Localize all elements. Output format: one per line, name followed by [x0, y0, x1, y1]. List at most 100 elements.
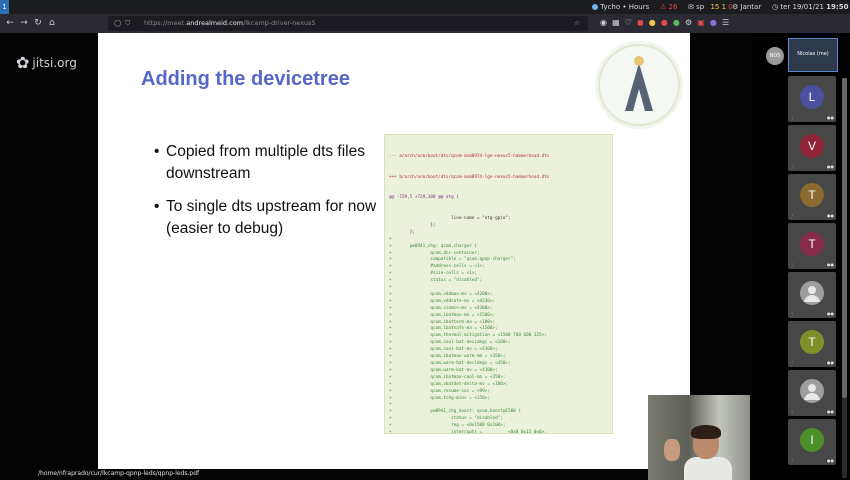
shield-icon[interactable]: ◉: [600, 18, 607, 27]
url-path: /lkcamp-driver-nexus5: [243, 19, 316, 27]
presenter-webcam[interactable]: [648, 395, 750, 480]
participant-tile[interactable]: T ⋮ ●●: [788, 174, 836, 220]
diff-line: + qcom,resume-soc = <99>;: [389, 388, 490, 394]
diff-line: };: [389, 229, 415, 235]
tray-tycho[interactable]: Tycho • Hours: [592, 0, 649, 14]
local-video-tile[interactable]: Nicolas (me): [788, 38, 838, 72]
diff-line: + qcom,tchg-mins = <150>;: [389, 395, 490, 401]
ext-grid-icon[interactable]: ▣: [697, 18, 705, 27]
tray-clock[interactable]: ◷ ter 19/01/21 19:50: [772, 0, 848, 14]
ext-gear-icon[interactable]: ⚙: [685, 18, 692, 27]
browser-toolbar: ← → ↻ ⌂ ◯⛉ https://meet.andrealmeid.com/…: [0, 14, 850, 33]
diff-header-old: --- a/arch/arm/boot/dts/qcom-msm8974-lge…: [389, 153, 550, 159]
forward-icon[interactable]: →: [18, 17, 30, 29]
ext-green-icon[interactable]: ●: [673, 18, 680, 27]
diff-line: + qcom,vinmin-mv = <4300>;: [389, 305, 493, 311]
alert-count: 26: [668, 3, 678, 11]
pocket-icon[interactable]: ♡: [625, 18, 632, 27]
diff-hunk-header: @@ -729,5 +729,108 @@ etg {: [389, 195, 459, 201]
filmstrip-scrollbar[interactable]: [842, 78, 847, 478]
local-avatar[interactable]: NDS: [766, 47, 784, 65]
menu-dots-icon[interactable]: ⋮: [790, 409, 794, 414]
bookmark-star-icon[interactable]: ☆: [574, 16, 580, 31]
user-label: Jantar: [740, 3, 762, 11]
tile-status-icons: ⋮ ●●: [790, 164, 834, 169]
slide-title: Adding the devicetree: [141, 68, 350, 90]
participant-avatar: L: [800, 85, 824, 109]
diff-line: + qcom,warm-bat-mv = <4100>;: [389, 367, 498, 373]
bullet-dot: •: [154, 198, 160, 215]
mail-count-b: 1: [721, 3, 727, 11]
ublock-icon[interactable]: ◼: [637, 18, 644, 27]
diff-line: +: [389, 236, 392, 242]
tray-user[interactable]: ⚙ Jantar: [732, 0, 761, 14]
menu-dots-icon[interactable]: ⋮: [790, 311, 794, 316]
diff-line: line-name = "otg-gpio";: [389, 215, 511, 221]
diff-line: + pm8941_chg: qcom,charger {: [389, 243, 477, 249]
diff-header-new: +++ b/arch/arm/boot/dts/qcom-msm8974-lge…: [389, 174, 550, 180]
menu-icon[interactable]: ☰: [722, 18, 729, 27]
menu-dots-icon[interactable]: ⋮: [790, 458, 794, 463]
jitsi-logo-text: jitsi.org: [32, 55, 77, 70]
tile-status-icons: ⋮ ●●: [790, 458, 834, 463]
url-bar[interactable]: ◯⛉ https://meet.andrealmeid.com/lkcamp-d…: [108, 16, 588, 31]
tile-status-icons: ⋮ ●●: [790, 213, 834, 218]
diff-line: + status = "disabled";: [389, 278, 483, 284]
url-prefix: https://meet.: [144, 19, 187, 27]
bullet-text: To single dts upstream for now (easier t…: [166, 198, 377, 237]
diff-line: + interrupts = <0x0 0x15 0x0>,: [389, 430, 547, 434]
workspace-indicator[interactable]: 1: [0, 0, 9, 14]
jitsi-logo-icon: ✿: [16, 53, 30, 72]
participant-tile[interactable]: ⋮ ●●: [788, 272, 836, 318]
shared-slide: Adding the devicetree • Copied from mult…: [98, 33, 690, 469]
diff-line: + qcom,ibatmax-cool-ma = <350>;: [389, 374, 506, 380]
local-name-label: Nicolas (me): [797, 51, 829, 57]
participant-avatar: I: [800, 428, 824, 452]
lkcamp-logo: [595, 41, 683, 129]
participant-tile[interactable]: V ⋮ ●●: [788, 125, 836, 171]
home-icon[interactable]: ⌂: [46, 17, 58, 29]
back-icon[interactable]: ←: [4, 17, 16, 29]
menu-dots-icon[interactable]: ⋮: [790, 164, 794, 169]
filmstrip: NDS Nicolas (me) L ⋮ ●● V ⋮ ●● T ⋮ ●● T ⋮ ●● ⋮ ●● T ⋮ ●●…: [752, 33, 850, 480]
shield-icon: ◯⛉: [114, 19, 135, 27]
tycho-label: Tycho • Hours: [600, 3, 650, 11]
participant-tile[interactable]: ⋮ ●●: [788, 370, 836, 416]
mic-muted-icon: ●●: [827, 311, 834, 316]
diff-line: + qcom,ibatmax-ma = <1500>;: [389, 312, 496, 318]
participant-avatar: T: [800, 330, 824, 354]
participant-tile[interactable]: T ⋮ ●●: [788, 321, 836, 367]
diff-line: };: [389, 222, 436, 228]
ext-purple-icon[interactable]: ●: [710, 18, 717, 27]
diff-line: + qcom,ibatmax-warm-ma = <350>;: [389, 354, 506, 360]
participant-tile[interactable]: L ⋮ ●●: [788, 76, 836, 122]
participant-tile[interactable]: T ⋮ ●●: [788, 223, 836, 269]
library-icon[interactable]: ▦: [612, 18, 620, 27]
clock-icon: ◷: [772, 3, 779, 11]
status-path: /home/nfraprado/cur/lkcamp-qpnp-leds/qpn…: [38, 470, 200, 477]
scrollbar-thumb[interactable]: [842, 78, 847, 398]
menu-dots-icon[interactable]: ⋮: [790, 360, 794, 365]
tray-mail[interactable]: ✉ sp 15 1 0: [688, 0, 733, 14]
tray-alerts[interactable]: ⚠ 26: [660, 0, 677, 14]
bullet-text: Copied from multiple dts files downstrea…: [166, 143, 365, 182]
participant-tile[interactable]: I ⋮ ●●: [788, 419, 836, 465]
reload-icon[interactable]: ↻: [32, 17, 44, 29]
presenter-hair: [691, 425, 721, 439]
menu-dots-icon[interactable]: ⋮: [790, 262, 794, 267]
mic-muted-icon: ●●: [827, 115, 834, 120]
jitsi-watermark[interactable]: ✿ jitsi.org: [16, 53, 77, 72]
user-silhouette-icon: [800, 379, 824, 403]
diff-line: +: [389, 285, 392, 291]
presenter-hand: [664, 439, 680, 461]
mic-muted-icon: ●●: [827, 213, 834, 218]
menu-dots-icon[interactable]: ⋮: [790, 213, 794, 218]
menu-dots-icon[interactable]: ⋮: [790, 115, 794, 120]
chat-icon: ✉: [688, 3, 694, 11]
presenter-body: [684, 457, 732, 480]
date-label: ter 19/01/21: [780, 3, 824, 11]
ext-yellow-icon[interactable]: ●: [649, 18, 656, 27]
diff-line: + qcom,vddsafe-mv = <4230>;: [389, 298, 496, 304]
tile-status-icons: ⋮ ●●: [790, 262, 834, 267]
ext-red-icon[interactable]: ●: [661, 18, 668, 27]
